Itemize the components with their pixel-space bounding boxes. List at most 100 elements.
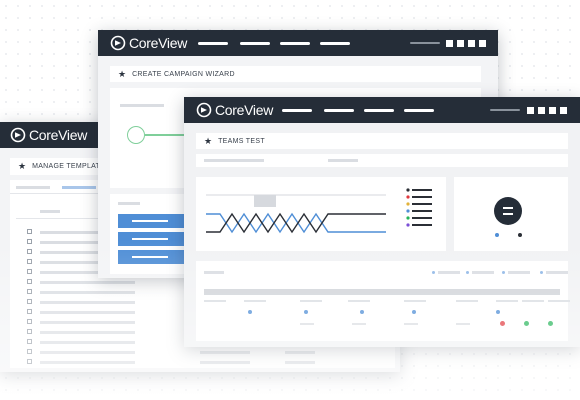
checkbox-icon[interactable] [27,259,32,264]
menu-square-icon[interactable] [479,40,486,47]
nav-item[interactable] [320,42,350,45]
status-dot-icon [360,310,364,314]
row-cell [40,281,135,284]
column-header [548,300,570,302]
menu-square-icon[interactable] [560,107,567,114]
step-label [120,104,164,107]
checkbox-icon[interactable] [27,279,32,284]
star-icon[interactable]: ★ [118,70,126,79]
nav-item[interactable] [240,42,270,45]
teams-test-window: CoreView ★ TEAMS TEST [184,97,580,347]
step-circle[interactable] [127,126,145,144]
row-cell [40,361,135,364]
page-title: TEAMS TEST [218,138,265,145]
menu-square-icon[interactable] [538,107,545,114]
user-menu[interactable] [410,42,440,44]
row-cell [40,301,135,304]
menu-square-icon[interactable] [446,40,453,47]
filter-chip[interactable] [546,271,568,274]
star-icon[interactable]: ★ [204,137,212,146]
checkbox-icon[interactable] [27,229,32,234]
column-header [300,300,322,302]
star-icon[interactable]: ★ [18,162,26,171]
row-cell [200,361,250,364]
column-header [40,210,60,213]
row-cell [285,361,315,364]
menu-square-icon[interactable] [457,40,464,47]
column-header [348,300,370,302]
filter-chip[interactable] [438,271,460,274]
logo[interactable]: CoreView [110,35,187,51]
user-menu[interactable] [490,109,520,111]
column-header [456,300,478,302]
status-dot-icon [466,271,469,274]
status-dot-icon [548,321,553,326]
status-indicator-icon [494,197,522,225]
row-cell [404,323,418,325]
timeline-graphic [206,188,432,234]
column-header [496,300,518,302]
subheader [196,154,568,167]
subheader-field [204,159,264,162]
logo-text: CoreView [129,35,188,51]
filter-chip[interactable] [508,271,530,274]
subheader-field [328,159,358,162]
row-cell [40,351,135,354]
table-row[interactable] [10,347,395,357]
row-cell [40,311,135,314]
status-dot-icon [432,271,435,274]
checkbox-icon[interactable] [27,339,32,344]
status-dot-icon [248,310,252,314]
nav-item[interactable] [324,109,354,112]
logo[interactable]: CoreView [10,127,87,143]
menu-square-icon[interactable] [549,107,556,114]
row-cell [40,331,135,334]
nav-item[interactable] [198,42,228,45]
status-dot-icon [502,271,505,274]
status-card [454,177,568,251]
filter-chip[interactable] [472,271,494,274]
row-cell [285,351,315,354]
menu-option-text [132,238,168,240]
table-header [204,289,560,295]
row-cell [40,341,135,344]
checkbox-icon[interactable] [27,359,32,364]
menu-option-text [132,220,168,222]
column-header [522,300,544,302]
checkbox-icon[interactable] [27,349,32,354]
status-dot-icon [304,310,308,314]
window-topbar: CoreView [98,30,498,56]
checkbox-icon[interactable] [27,309,32,314]
checkbox-icon[interactable] [27,319,32,324]
nav-item[interactable] [282,109,312,112]
checkbox-icon[interactable] [27,289,32,294]
row-cell [300,323,314,325]
menu-square-icon[interactable] [468,40,475,47]
coreview-logo-icon [196,102,212,118]
page-title: CREATE CAMPAIGN WIZARD [132,71,235,78]
nav-item[interactable] [404,109,434,112]
status-dot-icon [495,233,499,237]
nav-item[interactable] [280,42,310,45]
checkbox-icon[interactable] [27,329,32,334]
tab-active[interactable] [62,186,96,189]
checkbox-icon[interactable] [27,269,32,274]
logo[interactable]: CoreView [196,102,273,118]
column-header [244,300,266,302]
checkbox-icon[interactable] [27,299,32,304]
menu-square-icon[interactable] [527,107,534,114]
row-cell [352,323,366,325]
page-header: ★ CREATE CAMPAIGN WIZARD [110,66,481,82]
checkbox-icon[interactable] [27,239,32,244]
column-header [204,300,226,302]
checkbox-icon[interactable] [27,249,32,254]
status-dot-icon [524,321,529,326]
logo-text: CoreView [29,127,88,143]
nav-item[interactable] [364,109,394,112]
members-table [196,261,570,341]
table-row[interactable] [10,357,395,367]
status-dot-icon [500,321,505,326]
menu-label [118,202,140,205]
tab-placeholder[interactable] [16,186,50,189]
status-dot-icon [412,310,416,314]
